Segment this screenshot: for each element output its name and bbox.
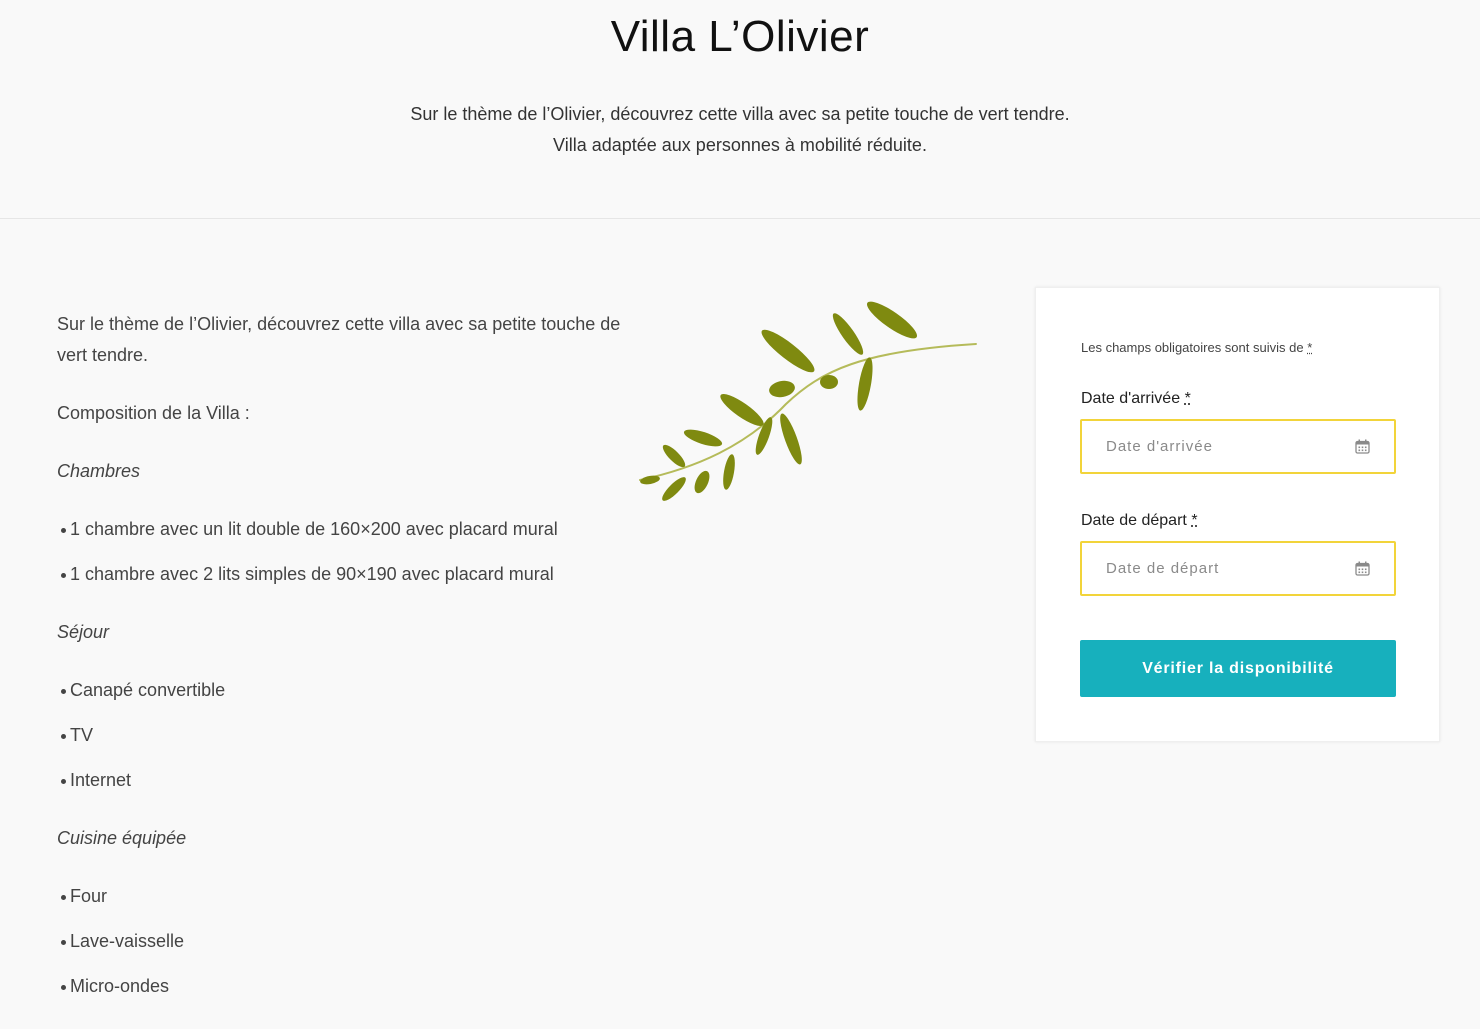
intro-line-1: Sur le thème de l’Olivier, découvrez cet…	[410, 104, 1070, 124]
list-cuisine: Four Lave-vaisselle Micro-ondes	[57, 881, 637, 1002]
page-header: Villa L’Olivier Sur le thème de l’Olivie…	[0, 0, 1480, 219]
intro-line-2: Villa adaptée aux personnes à mobilité r…	[553, 135, 927, 155]
departure-date-input[interactable]	[1082, 543, 1394, 594]
list-chambres: 1 chambre avec un lit double de 160×200 …	[57, 514, 637, 590]
check-availability-button[interactable]: Vérifier la disponibilité	[1080, 640, 1396, 697]
list-item: 1 chambre avec un lit double de 160×200 …	[61, 514, 637, 545]
booking-form: Les champs obligatoires sont suivis de *…	[1035, 287, 1440, 742]
departure-date-field[interactable]	[1080, 541, 1396, 596]
villa-description: Sur le thème de l’Olivier, découvrez cet…	[57, 309, 637, 1029]
section-title-cuisine: Cuisine équipée	[57, 828, 187, 848]
list-item: 1 chambre avec 2 lits simples de 90×190 …	[61, 559, 637, 590]
list-item: Canapé convertible	[61, 675, 637, 706]
arrival-date-label: Date d'arrivée *	[1081, 390, 1191, 407]
intro-text: Sur le thème de l’Olivier, découvrez cet…	[0, 99, 1480, 161]
list-item: Internet	[61, 765, 637, 796]
calendar-icon[interactable]	[1355, 561, 1370, 576]
list-item: Lave-vaisselle	[61, 926, 637, 957]
section-title-chambres: Chambres	[57, 461, 141, 481]
required-marker: *	[1184, 390, 1191, 407]
arrival-date-field[interactable]	[1080, 419, 1396, 474]
list-item: TV	[61, 720, 637, 751]
list-item: Micro-ondes	[61, 971, 637, 1002]
calendar-icon[interactable]	[1355, 439, 1370, 454]
required-marker: *	[1307, 340, 1313, 355]
description-text: Sur le thème de l’Olivier, découvrez cet…	[57, 314, 621, 365]
list-sejour: Canapé convertible TV Internet	[57, 675, 637, 796]
departure-date-label: Date de départ *	[1081, 512, 1198, 529]
required-fields-note: Les champs obligatoires sont suivis de *	[1081, 340, 1313, 355]
list-item: Four	[61, 881, 637, 912]
composition-heading: Composition de la Villa :	[57, 403, 250, 423]
required-marker: *	[1191, 512, 1198, 529]
arrival-date-input[interactable]	[1082, 421, 1394, 472]
olive-branch-icon	[636, 296, 981, 511]
page-title: Villa L’Olivier	[610, 12, 870, 61]
section-title-sejour: Séjour	[57, 622, 110, 642]
